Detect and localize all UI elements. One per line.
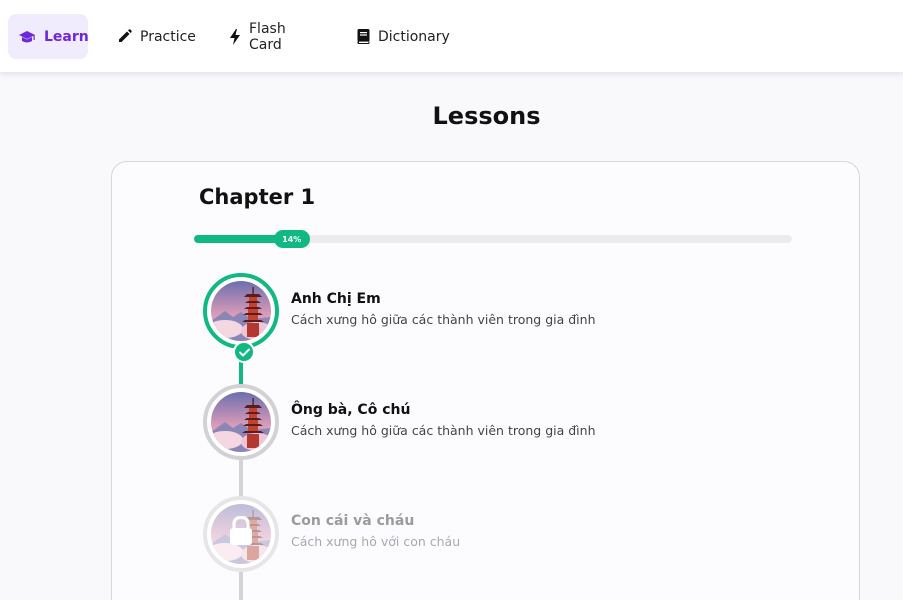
lesson-title: Con cái và cháu (291, 513, 415, 529)
lesson-connector (239, 572, 243, 600)
lesson-node-2[interactable] (203, 384, 279, 460)
lesson-title[interactable]: Anh Chị Em (291, 291, 381, 307)
chapter-title: Chapter 1 (199, 185, 316, 209)
nav-learn[interactable]: Learn (8, 14, 89, 59)
page-title: Lessons (432, 102, 541, 130)
progress-badge: 14% (273, 230, 310, 248)
lesson-subtitle: Cách xưng hô giữa các thành viên trong g… (291, 423, 596, 438)
lesson-node-1[interactable] (203, 273, 279, 363)
lesson-thumbnail (211, 281, 271, 341)
lightning-bolt-icon (229, 28, 241, 45)
lesson-title[interactable]: Ông bà, Cô chú (291, 402, 410, 418)
lesson-subtitle: Cách xưng hô với con cháu (291, 534, 461, 549)
nav-flash-card[interactable]: Flash Card (219, 14, 325, 59)
nav-dictionary-label: Dictionary (378, 28, 450, 45)
lock-icon (229, 515, 253, 550)
lesson-thumbnail (211, 392, 271, 452)
nav-practice-label: Practice (140, 28, 196, 45)
book-icon (357, 29, 370, 44)
lesson-node-3[interactable] (203, 496, 279, 572)
top-navbar: Learn Practice Flash Card Dictionary (0, 0, 903, 72)
graduation-cap-icon (18, 29, 36, 45)
check-icon (233, 341, 255, 363)
nav-practice[interactable]: Practice (107, 14, 199, 59)
nav-flash-card-label: Flash Card (249, 20, 286, 53)
nav-learn-label: Learn (44, 28, 89, 45)
lesson-subtitle: Cách xưng hô giữa các thành viên trong g… (291, 312, 596, 327)
pencil-icon (117, 29, 132, 44)
lesson-connector (239, 460, 243, 498)
nav-dictionary[interactable]: Dictionary (347, 14, 455, 59)
